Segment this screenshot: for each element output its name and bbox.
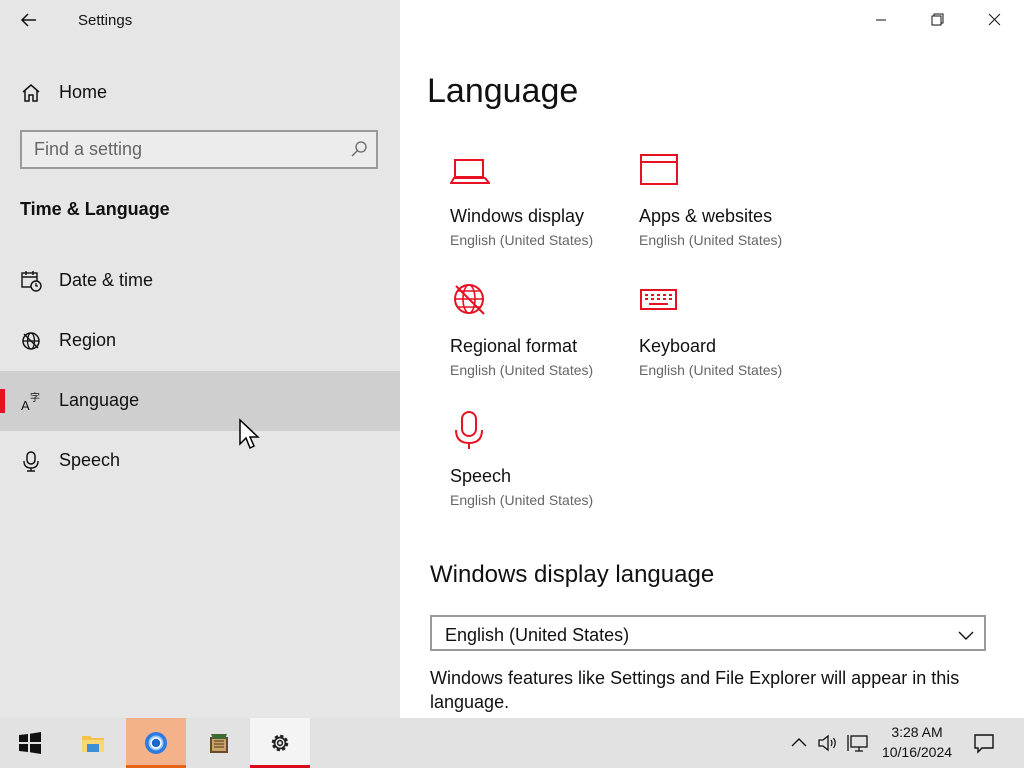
tile-title: Speech xyxy=(450,466,512,486)
microphone-icon xyxy=(455,411,483,449)
microphone-icon xyxy=(23,451,39,472)
sidebar-item-region[interactable]: Region xyxy=(0,311,400,371)
dropdown-value: English (United States) xyxy=(445,625,630,645)
start-button[interactable] xyxy=(0,718,60,768)
sidebar-item-label: Region xyxy=(59,330,117,350)
globe-icon xyxy=(22,332,40,350)
mouse-cursor-icon xyxy=(239,418,260,450)
window-icon xyxy=(640,154,678,185)
tile-title: Keyboard xyxy=(639,336,717,356)
section-title: Time & Language xyxy=(20,199,170,219)
tile-subtitle: English (United States) xyxy=(450,492,594,508)
calendar-clock-icon xyxy=(21,271,42,292)
display-language-dropdown[interactable]: English (United States) xyxy=(430,615,986,651)
sidebar-item-label: Speech xyxy=(59,450,121,470)
chevron-down-icon xyxy=(958,631,974,640)
sidebar-item-label: Language xyxy=(59,390,140,410)
clock-time: 3:28 AM xyxy=(891,724,943,740)
close-button[interactable] xyxy=(966,0,1022,40)
back-button[interactable] xyxy=(18,8,42,32)
keyboard-icon xyxy=(640,289,677,310)
tile-apps-websites[interactable]: Apps & websites English (United States) xyxy=(639,150,819,260)
search-input[interactable] xyxy=(34,138,334,160)
file-explorer-icon xyxy=(82,736,104,752)
tile-title: Windows display xyxy=(450,206,585,226)
sidebar-item-home[interactable]: Home xyxy=(0,72,400,112)
back-arrow-icon xyxy=(20,13,36,27)
taskbar: 3:28 AM 10/16/2024 xyxy=(0,718,1024,768)
tile-title: Regional format xyxy=(450,336,578,356)
taskbar-settings[interactable] xyxy=(250,718,310,768)
page-title: Language xyxy=(427,72,579,110)
display-language-heading: Windows display language xyxy=(430,561,715,588)
close-icon xyxy=(988,13,1001,26)
tile-keyboard[interactable]: Keyboard English (United States) xyxy=(639,280,819,390)
restore-button[interactable] xyxy=(909,0,965,40)
tile-speech[interactable]: Speech English (United States) xyxy=(450,410,630,520)
tile-subtitle: English (United States) xyxy=(639,232,783,248)
clock-date: 10/16/2024 xyxy=(881,744,953,760)
search-icon[interactable] xyxy=(350,140,368,158)
regional-format-icon xyxy=(454,284,485,315)
archive-app-icon xyxy=(210,734,228,753)
notifications-icon[interactable] xyxy=(972,731,996,755)
language-icon: A 字 xyxy=(21,391,40,412)
network-icon[interactable] xyxy=(847,732,869,754)
restore-icon xyxy=(931,13,944,26)
sidebar-item-language[interactable]: A 字 Language xyxy=(0,371,400,431)
search-box[interactable] xyxy=(20,130,378,169)
show-hidden-icons-icon[interactable] xyxy=(788,732,810,754)
home-label: Home xyxy=(59,82,108,102)
start-icon xyxy=(19,732,41,754)
taskbar-archive-app[interactable] xyxy=(189,718,249,768)
tile-subtitle: English (United States) xyxy=(450,362,594,378)
svg-text:A: A xyxy=(21,398,30,412)
main-content: Language Windows display English (United… xyxy=(400,0,1024,718)
tile-title: Apps & websites xyxy=(639,206,773,226)
tile-subtitle: English (United States) xyxy=(450,232,594,248)
chrome-icon xyxy=(145,732,167,754)
sidebar-item-label: Date & time xyxy=(59,270,154,290)
sidebar-item-speech[interactable]: Speech xyxy=(0,431,400,491)
tile-windows-display[interactable]: Windows display English (United States) xyxy=(450,150,630,260)
home-icon xyxy=(22,84,40,102)
taskbar-file-explorer[interactable] xyxy=(63,718,123,768)
display-language-description: Windows features like Settings and File … xyxy=(430,668,960,712)
taskbar-clock[interactable]: 3:28 AM 10/16/2024 xyxy=(872,722,962,762)
sidebar: Settings Home Time & Language Date & tim… xyxy=(0,0,400,718)
tile-subtitle: English (United States) xyxy=(639,362,783,378)
minimize-button[interactable] xyxy=(853,0,909,40)
settings-gear-icon xyxy=(271,734,289,752)
minimize-icon xyxy=(876,19,886,21)
app-title: Settings xyxy=(78,12,133,29)
tile-regional-format[interactable]: Regional format English (United States) xyxy=(450,280,630,390)
taskbar-chrome[interactable] xyxy=(126,718,186,768)
sidebar-item-date-time[interactable]: Date & time xyxy=(0,251,400,311)
laptop-icon xyxy=(450,159,490,184)
volume-icon[interactable] xyxy=(817,732,839,754)
svg-text:字: 字 xyxy=(30,391,40,404)
